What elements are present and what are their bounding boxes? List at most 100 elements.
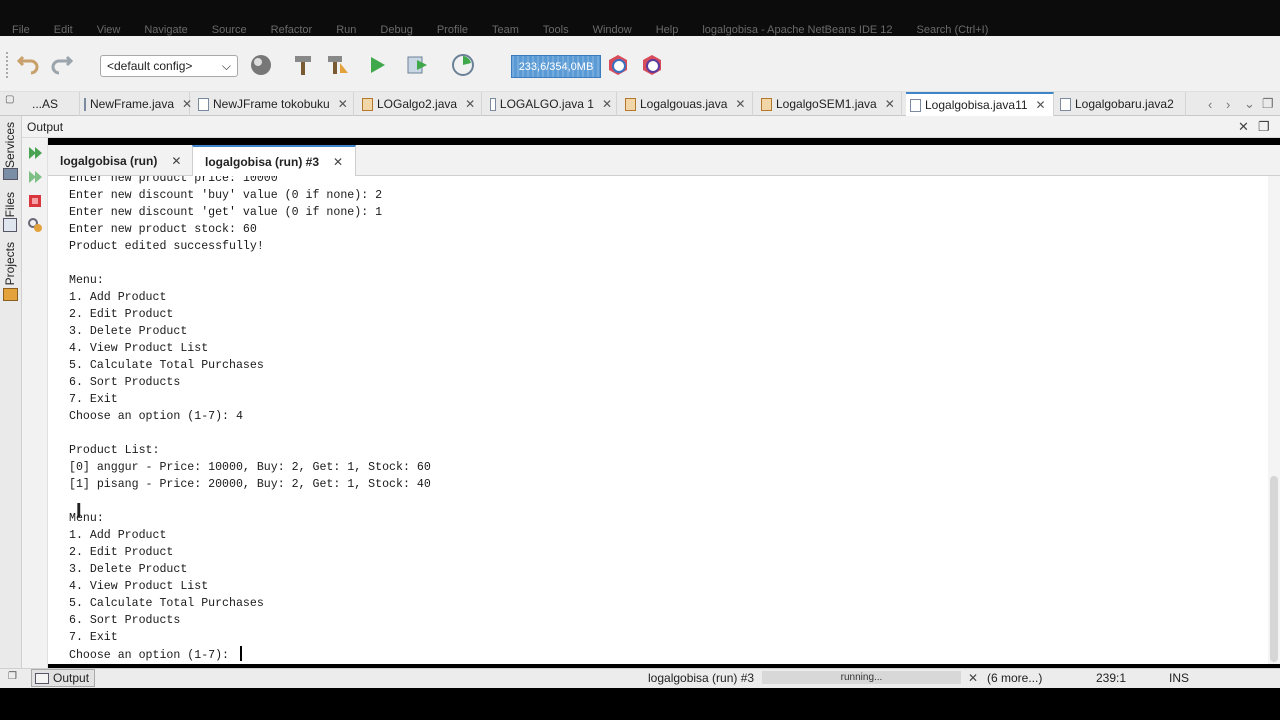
output-tab-label: logalgobisa (run) #3 — [205, 154, 320, 169]
menu-help[interactable]: Help — [644, 24, 691, 36]
debug-icon[interactable] — [404, 52, 430, 78]
console-line: 4. View Product List — [69, 342, 209, 355]
tab-list-icon[interactable]: ⌄ — [1244, 92, 1255, 116]
restore-window-icon[interactable]: ❐ — [1258, 119, 1270, 135]
console-line: 6. Sort Products — [69, 376, 181, 389]
stop-icon[interactable] — [26, 192, 44, 210]
menu-edit[interactable]: Edit — [42, 24, 85, 36]
close-icon[interactable]: ✕ — [602, 97, 612, 111]
output-window-icon — [35, 672, 49, 684]
editor-tab[interactable]: NewFrame.java ✕ — [80, 92, 192, 116]
rerun-with-params-icon[interactable] — [26, 168, 44, 186]
cancel-task-icon[interactable]: ✕ — [968, 671, 978, 685]
java-file-icon — [761, 97, 772, 111]
projects-icon — [3, 288, 18, 301]
run-icon[interactable] — [364, 52, 390, 78]
status-more-tasks[interactable]: (6 more...) — [987, 671, 1042, 685]
status-bar: ❐ logalgobisa (run) #3 ✕ (6 more...) 239… — [0, 668, 1280, 688]
title-bar: File Edit View Navigate Source Refactor Run Deb… — [0, 0, 1280, 36]
editor-tab[interactable]: ...AS — [28, 92, 80, 116]
status-run-name[interactable]: logalgobisa (run) #3 — [648, 671, 754, 685]
editor-tab[interactable]: LOGALGO.java 1 ✕ — [486, 92, 617, 116]
menu-debug[interactable]: Debug — [368, 24, 424, 36]
letterbox-bottom — [0, 688, 1280, 720]
menu-file[interactable]: File — [0, 24, 42, 36]
editor-tab[interactable]: Logalgobaru.java2 — [1056, 92, 1186, 116]
close-icon[interactable]: ✕ — [1036, 98, 1046, 112]
scrollbar-thumb[interactable] — [1270, 476, 1278, 662]
rerun-icon[interactable] — [26, 144, 44, 162]
editor-tab-label: Logalgobaru.java2 — [1075, 97, 1174, 111]
search-input[interactable]: Search (Ctrl+I) — [905, 24, 1001, 36]
editor-tab[interactable]: Logalgouas.java ✕ — [621, 92, 753, 116]
close-icon[interactable]: ✕ — [465, 97, 475, 111]
undo-icon[interactable] — [14, 52, 40, 78]
close-icon[interactable]: ✕ — [333, 155, 343, 169]
restore-window-icon[interactable]: ❐ — [8, 671, 17, 682]
config-select[interactable]: <default config> ⌵ — [100, 55, 238, 77]
console-line: 7. Exit — [69, 631, 118, 644]
redo-icon[interactable] — [48, 52, 74, 78]
tab-scroll-right-icon[interactable]: › — [1226, 92, 1230, 116]
build-hammer-icon[interactable] — [290, 52, 316, 78]
editor-tab[interactable]: LogalgoSEM1.java ✕ — [757, 92, 902, 116]
editor-tab[interactable]: NewJFrame tokobuku ✕ — [194, 92, 354, 116]
console-line: 3. Delete Product — [69, 563, 188, 576]
output-title: Output — [27, 120, 64, 134]
java-file-icon — [84, 97, 86, 111]
menu-team[interactable]: Team — [480, 24, 531, 36]
menu-profile[interactable]: Profile — [425, 24, 480, 36]
editor-tab-label: LOGALGO.java 1 — [499, 97, 594, 111]
close-icon[interactable]: ✕ — [171, 154, 181, 168]
output-tab-run-3[interactable]: logalgobisa (run) #3 ✕ — [192, 145, 357, 176]
console-scrollbar[interactable] — [1268, 176, 1280, 664]
progress-text: running... — [840, 672, 883, 683]
insert-mode: INS — [1169, 671, 1190, 685]
console-output[interactable]: Enter new product price: 10000 Enter new… — [48, 176, 1268, 664]
close-icon[interactable]: ✕ — [735, 97, 745, 111]
console-line: 7. Exit — [69, 393, 118, 406]
java-file-icon — [910, 98, 921, 112]
close-icon[interactable]: ✕ — [338, 97, 348, 111]
editor-tab-label: NewJFrame tokobuku — [213, 97, 330, 111]
memory-label: 233,6/354,0MB — [518, 60, 594, 73]
clean-build-icon[interactable] — [325, 52, 351, 78]
editor-tab[interactable]: LOGalgo2.java ✕ — [358, 92, 482, 116]
config-select-value: <default config> — [107, 59, 193, 73]
services-tab[interactable]: Services — [3, 122, 17, 168]
close-icon[interactable]: ✕ — [885, 97, 895, 111]
tab-scroll-left-icon[interactable]: ‹ — [1208, 92, 1212, 116]
editor-tab-label: LogalgoSEM1.java — [776, 97, 877, 111]
output-toggle-button[interactable]: Output — [31, 669, 95, 687]
restore-window-icon[interactable]: ❐ — [1262, 92, 1274, 116]
projects-tab[interactable]: Projects — [3, 242, 17, 285]
console-line: 5. Calculate Total Purchases — [69, 359, 264, 372]
output-tab-run[interactable]: logalgobisa (run) ✕ — [48, 145, 193, 176]
menu-view[interactable]: View — [85, 24, 133, 36]
menu-source[interactable]: Source — [200, 24, 259, 36]
minimize-icon[interactable]: ▢ — [5, 94, 14, 105]
menu-run[interactable]: Run — [324, 24, 368, 36]
profile-icon[interactable] — [450, 52, 476, 78]
console-line: Product edited successfully! — [69, 240, 264, 253]
console-line: Enter new discount 'get' value (0 if non… — [69, 206, 383, 219]
java-file-icon — [625, 97, 636, 111]
files-tab[interactable]: Files — [3, 192, 17, 217]
editor-tab[interactable]: Logalgobisa.java11 ✕ — [906, 92, 1054, 116]
menu-window[interactable]: Window — [581, 24, 644, 36]
menu-tools[interactable]: Tools — [531, 24, 581, 36]
settings-icon[interactable] — [26, 216, 44, 234]
task-progress-bar: running... — [762, 671, 961, 684]
menu-navigate[interactable]: Navigate — [132, 24, 199, 36]
menu-refactor[interactable]: Refactor — [259, 24, 325, 36]
memory-indicator[interactable]: 233,6/354,0MB — [511, 55, 601, 78]
profiler-snapshot-icon[interactable] — [639, 52, 665, 78]
files-icon — [3, 218, 17, 232]
menubar: File Edit View Navigate Source Refactor Run Deb… — [0, 24, 1280, 36]
gc-icon[interactable] — [605, 52, 631, 78]
close-icon[interactable]: ✕ — [182, 97, 192, 111]
globe-icon[interactable] — [248, 52, 274, 78]
services-icon — [3, 168, 18, 180]
console-line: 1. Add Product — [69, 291, 167, 304]
close-icon[interactable]: ✕ — [1238, 119, 1249, 135]
